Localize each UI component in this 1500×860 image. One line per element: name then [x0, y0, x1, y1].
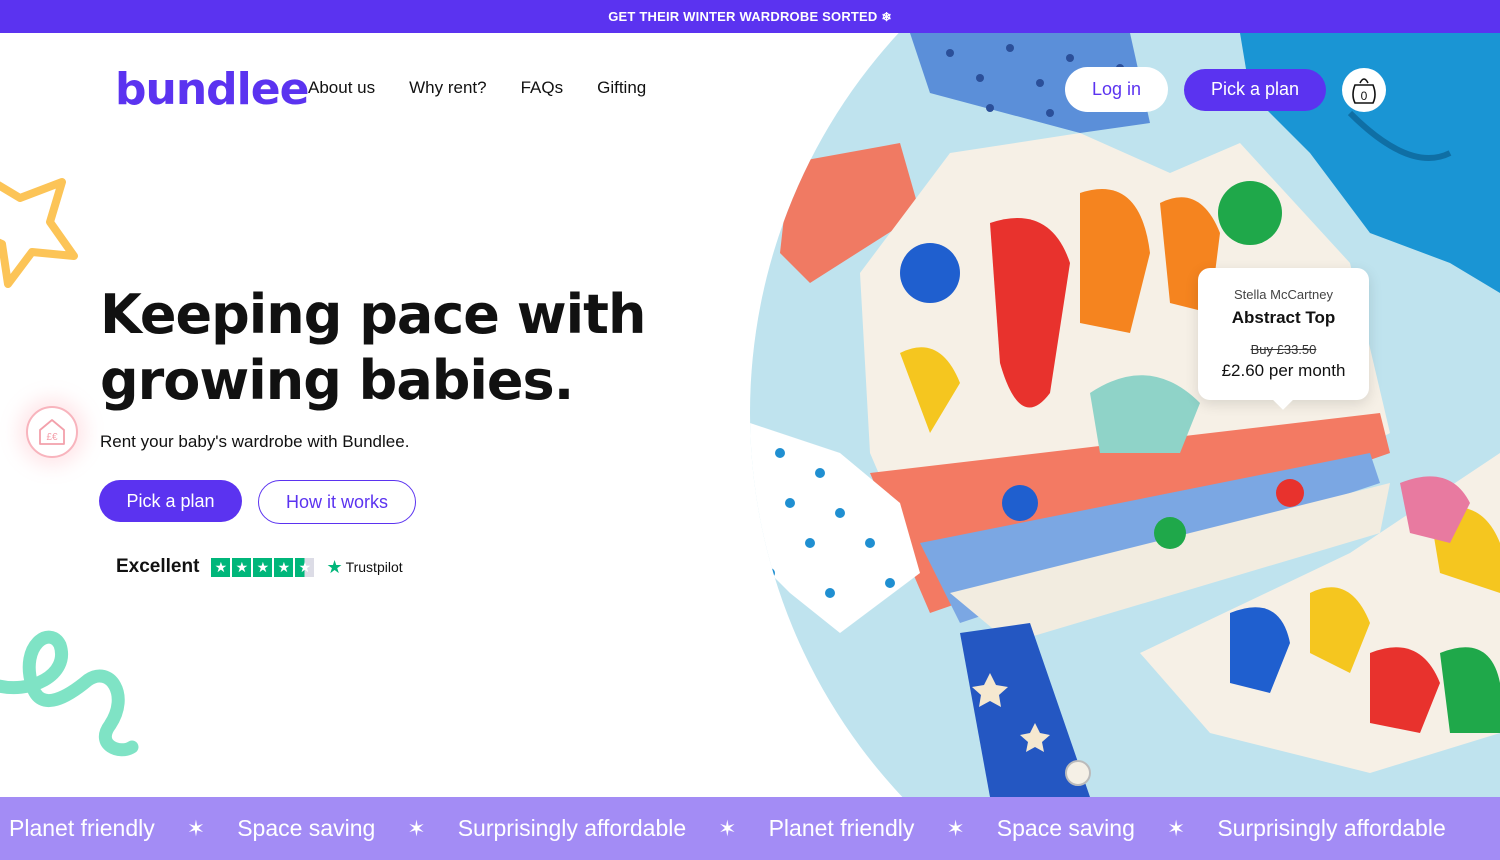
- rating-label: Excellent: [116, 556, 200, 577]
- hero-image: [750, 33, 1500, 797]
- benefits-marquee: Planet friendly ✶ Space saving ✶ Surpris…: [0, 797, 1500, 860]
- how-it-works-button[interactable]: How it works: [258, 480, 416, 524]
- marquee-separator-icon: ✶: [407, 815, 426, 841]
- main-nav: About us Why rent? FAQs Gifting: [308, 78, 646, 98]
- squiggle-doodle-icon: [0, 630, 139, 757]
- marquee-item: Surprisingly affordable: [457, 815, 687, 841]
- marquee-item: Surprisingly affordable: [1217, 815, 1446, 841]
- product-buy-price: Buy £33.50: [1250, 342, 1317, 357]
- hero-headline: Keeping pace with growing babies.: [100, 283, 646, 412]
- rating-stars: ★ ★ ★ ★ ★: [211, 557, 315, 577]
- star-icon: ★: [274, 557, 294, 577]
- product-brand: Stella McCartney: [1234, 287, 1333, 302]
- trustpilot-rating[interactable]: Excellent ★ ★ ★ ★ ★ ★ Trustpilot: [116, 556, 403, 578]
- marquee-separator-icon: ✶: [946, 815, 965, 841]
- star-icon: ★: [211, 557, 231, 577]
- trustpilot-brand: Trustpilot: [345, 559, 403, 575]
- marquee-separator-icon: ✶: [1166, 815, 1186, 841]
- marquee-item: Space saving: [996, 815, 1135, 841]
- trustpilot-star-icon: ★: [326, 556, 343, 577]
- promo-text: GET THEIR WINTER WARDROBE SORTED: [608, 9, 878, 24]
- logo[interactable]: bundlee: [115, 64, 309, 115]
- login-button[interactable]: Log in: [1065, 67, 1168, 112]
- bag-count: 0: [1361, 89, 1368, 103]
- star-icon: ★: [232, 557, 252, 577]
- hero-subline: Rent your baby's wardrobe with Bundlee.: [100, 432, 410, 451]
- nav-gifting[interactable]: Gifting: [597, 78, 646, 98]
- product-name: Abstract Top: [1231, 308, 1336, 327]
- marquee-item: Planet friendly: [768, 815, 915, 841]
- price-badge: £€: [26, 406, 78, 458]
- nav-why-rent[interactable]: Why rent?: [409, 78, 486, 98]
- svg-text:£€: £€: [46, 432, 58, 443]
- star-icon: ★: [253, 557, 273, 577]
- header-actions: Log in Pick a plan 0: [1065, 67, 1386, 112]
- marquee-item: Space saving: [237, 815, 376, 841]
- snowflake-icon: ❄: [881, 9, 892, 24]
- trustpilot-logo: ★ Trustpilot: [326, 557, 402, 578]
- half-star-icon: ★: [295, 557, 315, 577]
- product-card[interactable]: Stella McCartney Abstract Top Buy £33.50…: [1198, 268, 1369, 400]
- nav-faqs[interactable]: FAQs: [521, 78, 564, 98]
- marquee-separator-icon: ✶: [718, 815, 737, 841]
- product-rent-price: £2.60 per month: [1221, 361, 1346, 380]
- promo-bar[interactable]: GET THEIR WINTER WARDROBE SORTED ❄: [0, 0, 1500, 33]
- nav-about-us[interactable]: About us: [308, 78, 375, 98]
- pick-plan-button[interactable]: Pick a plan: [99, 480, 242, 522]
- header-pick-plan-button[interactable]: Pick a plan: [1184, 68, 1326, 111]
- house-pound-icon: £€: [39, 419, 65, 445]
- star-doodle-icon: [0, 178, 78, 288]
- marquee-item: Planet friendly: [9, 815, 155, 841]
- marquee-separator-icon: ✶: [186, 815, 206, 841]
- shopping-bag-icon: 0: [1352, 77, 1376, 104]
- shopping-bag-button[interactable]: 0: [1342, 67, 1386, 112]
